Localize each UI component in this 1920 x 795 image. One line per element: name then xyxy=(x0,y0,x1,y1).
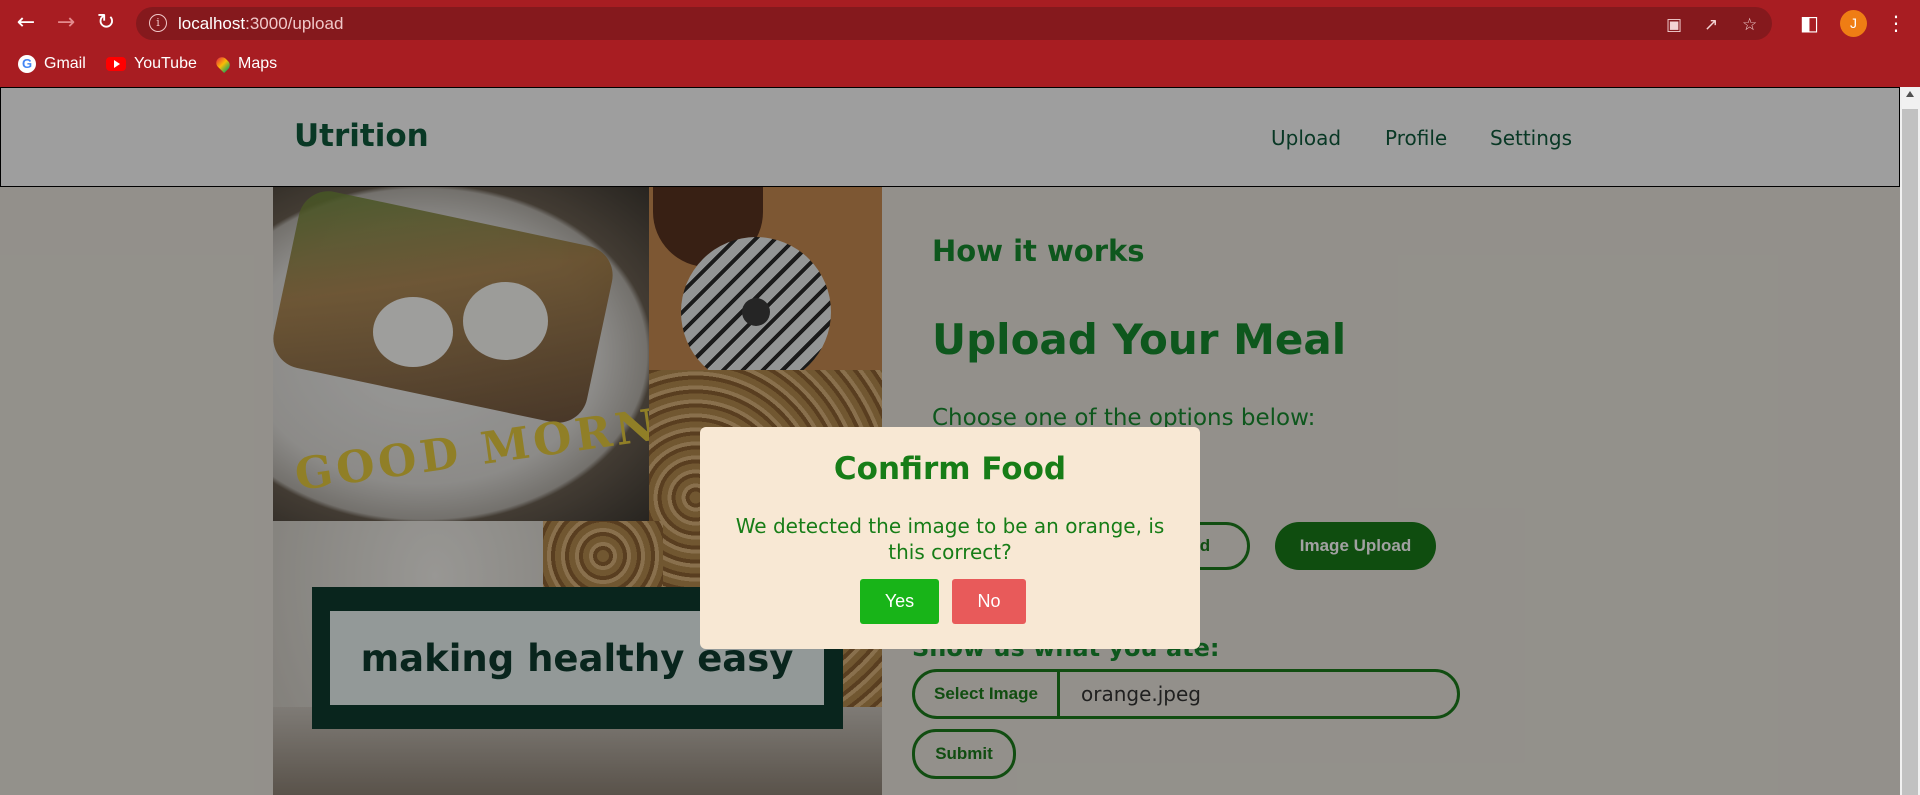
url-text: localhost:3000/upload xyxy=(178,14,344,33)
scrollbar-thumb[interactable] xyxy=(1902,109,1918,795)
back-arrow-icon[interactable]: ← xyxy=(12,9,40,37)
confirm-food-modal: Confirm Food We detected the image to be… xyxy=(700,427,1200,649)
no-button[interactable]: No xyxy=(952,579,1026,624)
browser-chrome: ← → ↻ i localhost:3000/upload ▣ ↗ ☆ ◧ J … xyxy=(0,0,1920,87)
scroll-up-arrow-icon[interactable] xyxy=(1906,91,1914,97)
maps-icon xyxy=(213,54,233,74)
bookmarks-bar: G Gmail YouTube Maps xyxy=(0,49,1920,79)
reload-icon[interactable]: ↻ xyxy=(92,9,120,37)
youtube-icon xyxy=(106,57,126,71)
site-info-icon[interactable]: i xyxy=(149,14,167,32)
share-icon[interactable]: ↗ xyxy=(1704,16,1718,34)
kebab-menu-icon[interactable]: ⋮ xyxy=(1886,10,1906,36)
profile-avatar[interactable]: J xyxy=(1840,10,1867,37)
bookmark-label: Maps xyxy=(238,55,278,72)
forward-arrow-icon[interactable]: → xyxy=(52,9,80,37)
side-panel-icon[interactable]: ◧ xyxy=(1800,10,1819,36)
bookmark-label: YouTube xyxy=(134,55,197,72)
bookmark-maps[interactable]: Maps xyxy=(213,53,278,75)
page-scrollbar[interactable] xyxy=(1900,87,1920,795)
yes-button[interactable]: Yes xyxy=(860,579,939,624)
modal-title: Confirm Food xyxy=(833,451,1067,487)
camera-blocked-icon[interactable]: ▣ xyxy=(1666,16,1682,34)
bookmark-gmail[interactable]: G Gmail xyxy=(18,53,86,75)
bookmark-youtube[interactable]: YouTube xyxy=(106,53,197,75)
page-content: Utrition Upload Profile Settings GOOD MO… xyxy=(0,87,1900,795)
bookmark-label: Gmail xyxy=(44,55,86,72)
address-bar[interactable]: i localhost:3000/upload ▣ ↗ ☆ xyxy=(136,7,1772,40)
google-icon: G xyxy=(18,55,36,73)
modal-message: We detected the image to be an orange, i… xyxy=(735,514,1165,564)
bookmark-star-icon[interactable]: ☆ xyxy=(1742,16,1757,34)
